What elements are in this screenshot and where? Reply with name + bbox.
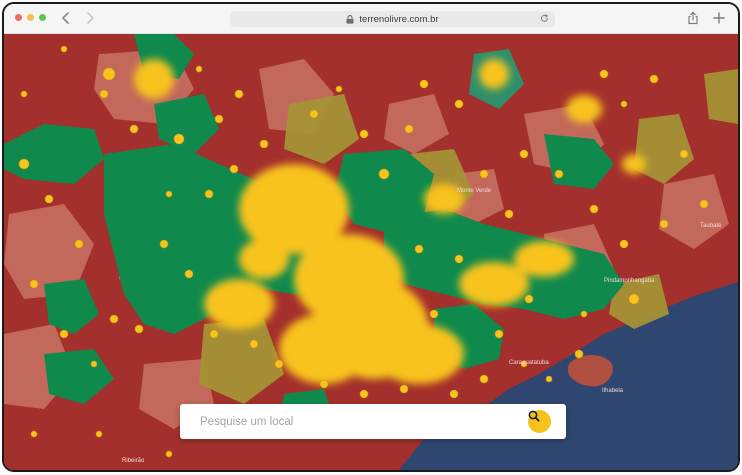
plus-icon[interactable] <box>712 11 726 25</box>
zoom-window-button[interactable] <box>39 14 46 21</box>
url-text: terrenolivre.com.br <box>359 13 439 25</box>
chevron-right-icon[interactable] <box>82 10 98 26</box>
close-window-button[interactable] <box>15 14 22 21</box>
address-bar[interactable]: terrenolivre.com.br <box>230 11 555 27</box>
share-icon[interactable] <box>686 11 700 25</box>
place-label: Ribeirão <box>122 458 145 464</box>
choropleth-map[interactable]: Monte Verde Pindamonhangaba Taubaté Cara… <box>4 34 738 470</box>
chevron-left-icon[interactable] <box>58 10 74 26</box>
place-label: Taubaté <box>700 223 722 229</box>
lock-icon <box>346 14 354 24</box>
search-button[interactable] <box>528 410 551 433</box>
place-label: Monte Verde <box>457 188 492 194</box>
search-box <box>180 404 566 439</box>
reload-icon[interactable] <box>540 14 549 23</box>
place-label: Pindamonhangaba <box>604 278 655 284</box>
browser-toolbar: terrenolivre.com.br <box>4 4 738 34</box>
search-input[interactable] <box>180 404 520 439</box>
browser-window: terrenolivre.com.br Monte Verde Pindamon… <box>2 2 740 472</box>
place-label: Caraguatatuba <box>509 360 549 366</box>
place-label: Ilhabela <box>602 388 624 394</box>
minimize-window-button[interactable] <box>27 14 34 21</box>
